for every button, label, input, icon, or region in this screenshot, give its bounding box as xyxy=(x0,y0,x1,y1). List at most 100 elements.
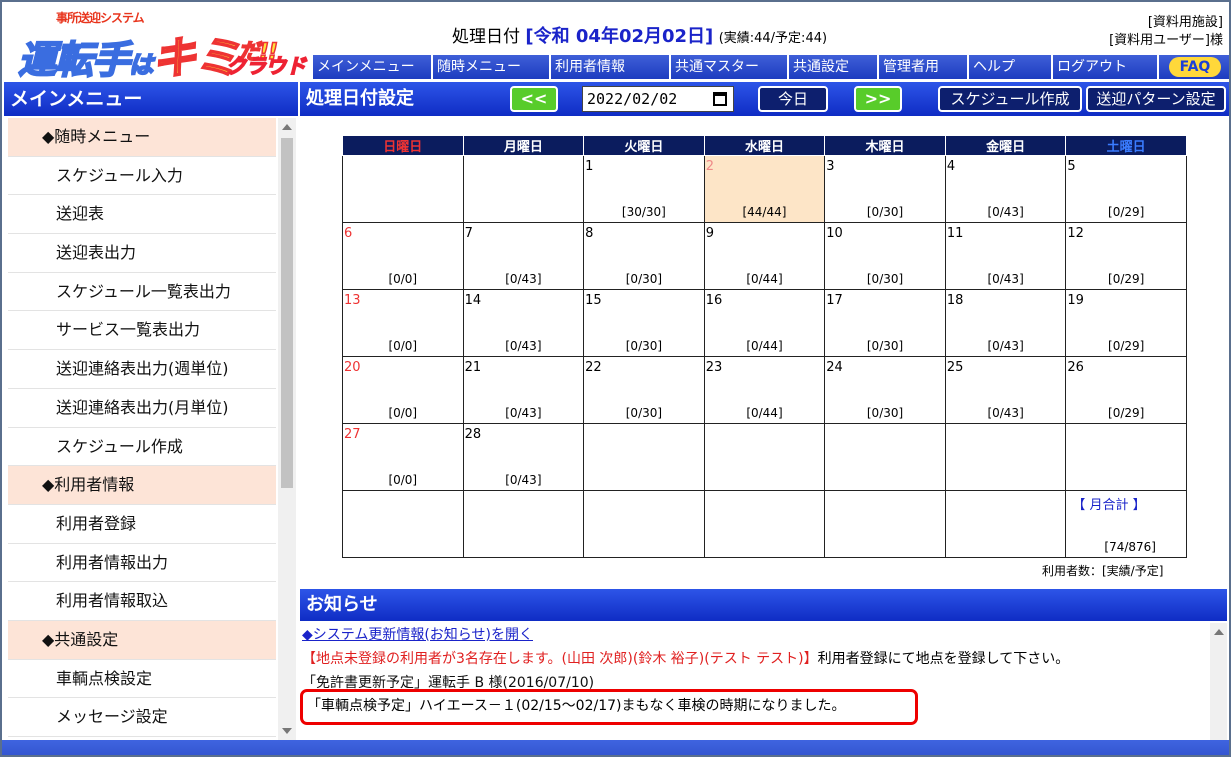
calendar-day[interactable]: 9 [0/44] xyxy=(703,222,826,290)
schedule-create-button[interactable]: スケジュール作成 xyxy=(938,86,1082,112)
day-count: [0/43] xyxy=(987,339,1024,353)
calendar-day[interactable]: 6 [0/0] xyxy=(342,222,464,290)
day-number: 10 xyxy=(826,226,843,241)
calendar-day[interactable]: 26 [0/29] xyxy=(1065,356,1187,424)
day-number: 5 xyxy=(1067,159,1076,174)
calendar-day xyxy=(824,423,946,491)
sidebar-scrollbar[interactable] xyxy=(278,118,296,740)
calendar-day[interactable]: 23 [0/44] xyxy=(703,356,826,424)
sidebar-item[interactable]: 利用者情報取込 xyxy=(8,582,276,621)
scroll-thumb[interactable] xyxy=(281,138,293,488)
notice-title: お知らせ xyxy=(300,589,1227,621)
sidebar-item[interactable]: メッセージ設定 xyxy=(8,698,276,737)
sidebar-item[interactable]: 送迎表 xyxy=(8,195,276,235)
pattern-setting-button[interactable]: 送迎パターン設定 xyxy=(1086,86,1226,112)
nav-user-info[interactable]: 利用者情報 xyxy=(551,55,671,79)
day-count: [0/43] xyxy=(987,205,1024,219)
calendar-day[interactable]: 14 [0/43] xyxy=(462,289,585,357)
day-count: [0/29] xyxy=(1108,339,1145,353)
vehicle-inspection-notice: 「車輌点検予定」ハイエース－１(02/15～02/17)まもなく車検の時期になり… xyxy=(300,689,918,725)
calendar-day[interactable]: 5 [0/29] xyxy=(1065,155,1187,223)
day-number: 20 xyxy=(344,360,361,375)
calendar-day[interactable]: 19 [0/29] xyxy=(1065,289,1187,357)
sidebar-item[interactable]: スケジュール入力 xyxy=(8,157,276,196)
sidebar-menu: ◆随時メニュー スケジュール入力 送迎表 送迎表出力 スケジュール一覧表出力 サービス一覧… xyxy=(8,118,276,740)
calendar-day[interactable]: 16 [0/44] xyxy=(703,289,826,357)
notice-scrollbar[interactable] xyxy=(1210,623,1227,740)
calendar-day[interactable]: 25 [0/43] xyxy=(944,356,1067,424)
day-number: 9 xyxy=(705,226,714,241)
sidebar-item[interactable]: スケジュール一覧表出力 xyxy=(8,273,276,312)
day-count: [0/43] xyxy=(505,406,542,420)
today-button[interactable]: 今日 xyxy=(758,86,828,112)
scroll-down-icon[interactable] xyxy=(282,728,292,734)
calendar-day[interactable]: 11 [0/43] xyxy=(944,222,1067,290)
day-number: 2 xyxy=(705,159,714,174)
calendar-day[interactable]: 12 [0/29] xyxy=(1065,222,1187,290)
calendar-day[interactable]: 21 [0/43] xyxy=(462,356,585,424)
month-total-label: 【 月合計 】 xyxy=(1072,498,1146,513)
day-count: [30/30] xyxy=(621,205,666,219)
day-number: 26 xyxy=(1067,360,1084,375)
sidebar-item[interactable]: 送迎連絡表出力(週単位) xyxy=(8,350,276,389)
notice-scroll-up-icon[interactable] xyxy=(1214,629,1224,635)
users-legend: 利用者数：[実績/予定] xyxy=(1042,564,1164,578)
calendar-day xyxy=(342,155,464,223)
system-update-link[interactable]: ◆システム更新情報(お知らせ)を開く xyxy=(302,627,533,643)
calendar-empty xyxy=(462,490,585,558)
weekday-header: 日曜日 xyxy=(342,135,464,156)
day-count: [0/43] xyxy=(505,339,542,353)
sidebar-item[interactable]: 送迎連絡表出力(月単位) xyxy=(8,389,276,428)
nav-common-master[interactable]: 共通マスター xyxy=(671,55,789,79)
nav-main-menu[interactable]: メインメニュー xyxy=(313,55,433,79)
calendar-day[interactable]: 18 [0/43] xyxy=(944,289,1067,357)
calendar-day[interactable]: 27 [0/0] xyxy=(342,423,464,491)
calendar-empty xyxy=(944,490,1067,558)
sidebar-item[interactable]: スケジュール作成 xyxy=(8,428,276,467)
nav-common-settings[interactable]: 共通設定 xyxy=(789,55,879,79)
sidebar-item[interactable]: 車輌点検設定 xyxy=(8,660,276,699)
scroll-up-icon[interactable] xyxy=(282,124,292,130)
sidebar-item[interactable]: 利用者登録 xyxy=(8,505,276,544)
month-total-cell: 【 月合計 】 [74/876] xyxy=(1065,490,1187,558)
nav-admin[interactable]: 管理者用 xyxy=(879,55,969,79)
calendar-icon[interactable] xyxy=(713,92,727,106)
day-number: 19 xyxy=(1067,293,1084,308)
calendar-day[interactable]: 4 [0/43] xyxy=(944,155,1067,223)
calendar-day[interactable]: 10 [0/30] xyxy=(824,222,946,290)
faq-button[interactable]: FAQ xyxy=(1169,57,1221,77)
prev-month-button[interactable]: << xyxy=(510,86,558,112)
day-count: [0/43] xyxy=(505,473,542,487)
calendar-day[interactable]: 24 [0/30] xyxy=(824,356,946,424)
calendar-day xyxy=(944,423,1067,491)
calendar-day[interactable]: 22 [0/30] xyxy=(583,356,705,424)
sidebar-item[interactable]: サービス一覧表出力 xyxy=(8,311,276,351)
day-number: 12 xyxy=(1067,226,1084,241)
next-month-button[interactable]: >> xyxy=(854,86,902,112)
calendar-day[interactable]: 8 [0/30] xyxy=(583,222,705,290)
sidebar-item[interactable]: 送迎表出力 xyxy=(8,234,276,273)
nav-adhoc-menu[interactable]: 随時メニュー xyxy=(433,55,551,79)
app-logo[interactable]: 事所送迎システム 運転手はキミだ!! クラウド xyxy=(8,6,308,85)
calendar-day[interactable]: 2 [44/44] xyxy=(703,155,826,223)
sidebar-section: ◆共通設定 xyxy=(8,620,276,660)
calendar-day[interactable]: 20 [0/0] xyxy=(342,356,464,424)
calendar-day[interactable]: 3 [0/30] xyxy=(824,155,946,223)
sidebar-item[interactable]: 利用者情報出力 xyxy=(8,544,276,583)
unregistered-location-hint: 利用者登録にて地点を登録して下さい。 xyxy=(817,651,1070,667)
calendar-day[interactable]: 15 [0/30] xyxy=(583,289,705,357)
date-input[interactable]: 2022/02/02 xyxy=(582,86,734,112)
nav-help[interactable]: ヘルプ xyxy=(969,55,1053,79)
day-number: 7 xyxy=(464,226,473,241)
day-count: [0/0] xyxy=(388,272,418,286)
calendar-day[interactable]: 28 [0/43] xyxy=(462,423,585,491)
day-number: 22 xyxy=(585,360,602,375)
calendar-day[interactable]: 1 [30/30] xyxy=(583,155,705,223)
app-window: 事所送迎システム 運転手はキミだ!! クラウド 処理日付 [令和 04年02月0… xyxy=(0,0,1231,757)
calendar-day[interactable]: 7 [0/43] xyxy=(462,222,585,290)
nav-logout[interactable]: ログアウト xyxy=(1053,55,1159,79)
calendar-day xyxy=(583,423,705,491)
calendar-day[interactable]: 17 [0/30] xyxy=(824,289,946,357)
calendar-empty xyxy=(824,490,946,558)
calendar-day[interactable]: 13 [0/0] xyxy=(342,289,464,357)
